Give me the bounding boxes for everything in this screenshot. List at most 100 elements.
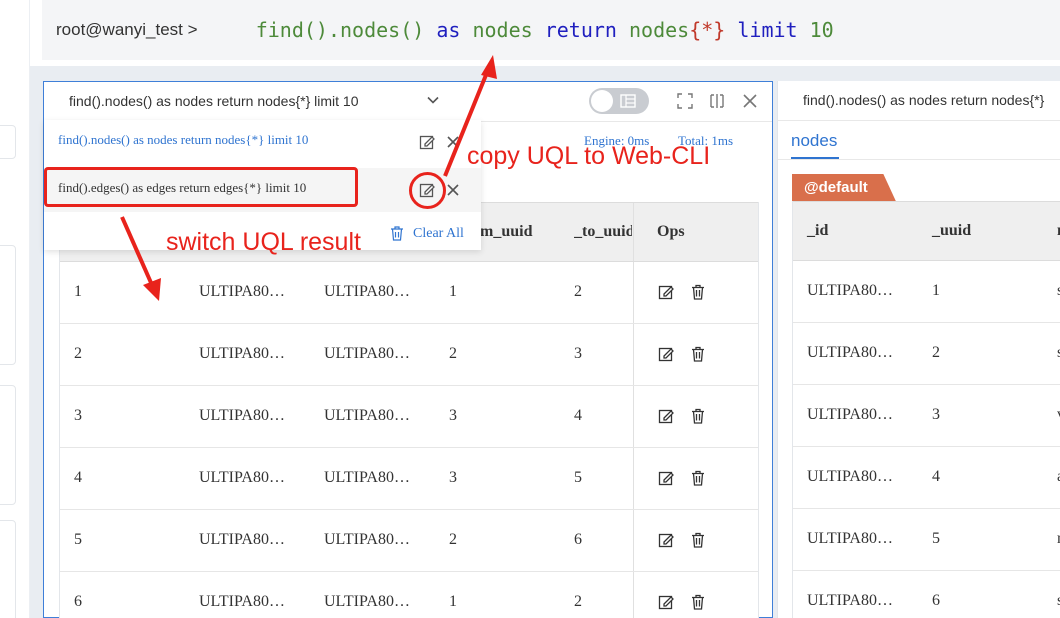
- table-row[interactable]: 4 ULTIPA80… ULTIPA80… 3 5: [60, 448, 758, 510]
- remove-history-icon[interactable]: [445, 134, 461, 150]
- delete-icon[interactable]: [690, 594, 706, 610]
- table-row[interactable]: 6 ULTIPA80… ULTIPA80… 1 2: [60, 572, 758, 618]
- table-row[interactable]: 3 ULTIPA80… ULTIPA80… 3 4: [60, 386, 758, 448]
- remove-history-icon[interactable]: [445, 182, 461, 198]
- result-table: _id _uuid n ULTIPA80… 1 s ULTIPA80… 2 s …: [792, 201, 1060, 618]
- cell: 1: [932, 282, 940, 299]
- cell: 5: [74, 531, 82, 548]
- cell: 4: [932, 468, 940, 485]
- table-row[interactable]: ULTIPA80… 6 s: [793, 571, 1060, 618]
- cell: 5: [574, 469, 582, 486]
- history-item-text[interactable]: find().nodes() as nodes return nodes{*} …: [58, 132, 308, 148]
- table-row[interactable]: ULTIPA80… 5 r: [793, 509, 1060, 571]
- edit-icon[interactable]: [658, 284, 674, 300]
- cell: ULTIPA80…: [199, 469, 285, 486]
- cell: ULTIPA80…: [807, 344, 893, 361]
- table-row[interactable]: 5 ULTIPA80… ULTIPA80… 2 6: [60, 510, 758, 572]
- cell: 2: [932, 344, 940, 361]
- schema-tag[interactable]: @default: [792, 174, 896, 201]
- cell: 1: [449, 593, 457, 610]
- delete-icon[interactable]: [690, 284, 706, 300]
- result-table: m_uuid _to_uuid Ops 1 ULTIPA80… ULTIPA80…: [59, 202, 759, 618]
- table-row[interactable]: ULTIPA80… 3 v: [793, 385, 1060, 447]
- cli-token: return: [532, 18, 629, 42]
- left-sidebar: [0, 0, 30, 618]
- cell: ULTIPA80…: [324, 407, 410, 424]
- cell: 2: [449, 531, 457, 548]
- web-cli-bar[interactable]: root@wanyi_test > find().nodes() as node…: [42, 0, 1060, 60]
- cell: ULTIPA80…: [199, 531, 285, 548]
- annotation-copy-label: copy UQL to Web-CLI: [467, 142, 711, 170]
- tabs-divider: [778, 159, 1060, 160]
- cli-token: as: [424, 18, 473, 42]
- cell: 6: [74, 593, 82, 610]
- delete-icon[interactable]: [690, 470, 706, 486]
- cell: ULTIPA80…: [807, 282, 893, 299]
- cell: 1: [74, 283, 82, 300]
- edit-icon[interactable]: [658, 346, 674, 362]
- cell: ULTIPA80…: [324, 345, 410, 362]
- cell: 2: [449, 345, 457, 362]
- sidebar-card[interactable]: [0, 385, 16, 505]
- sidebar-card[interactable]: [0, 125, 16, 159]
- cli-prompt: root@wanyi_test >: [56, 20, 198, 39]
- table-row[interactable]: ULTIPA80… 2 s: [793, 323, 1060, 385]
- split-icon[interactable]: [709, 93, 725, 109]
- cell: 3: [574, 345, 582, 362]
- panel-header: find().nodes() as nodes return nodes{*}: [778, 81, 1060, 121]
- cell: ULTIPA80…: [199, 407, 285, 424]
- delete-icon[interactable]: [690, 532, 706, 548]
- delete-icon[interactable]: [690, 346, 706, 362]
- column-divider: [633, 203, 634, 261]
- edit-icon[interactable]: [658, 532, 674, 548]
- result-panel-right: find().nodes() as nodes return nodes{*} …: [777, 81, 1060, 618]
- column-divider: [633, 572, 634, 618]
- annotation-highlight-box: [44, 167, 358, 207]
- column-header: _to_uuid: [574, 223, 632, 240]
- cell: 3: [449, 407, 457, 424]
- view-toggle[interactable]: [589, 88, 649, 114]
- delete-icon[interactable]: [690, 408, 706, 424]
- query-select[interactable]: find().nodes() as nodes return nodes{*}: [803, 92, 1044, 108]
- table-row[interactable]: ULTIPA80… 4 a: [793, 447, 1060, 509]
- column-header: Ops: [657, 223, 685, 240]
- cli-token: 10: [809, 18, 834, 42]
- query-select[interactable]: find().nodes() as nodes return nodes{*} …: [69, 93, 359, 109]
- column-divider: [633, 324, 634, 385]
- copy-to-cli-icon[interactable]: [419, 134, 435, 150]
- table-row[interactable]: ULTIPA80… 1 s: [793, 261, 1060, 323]
- cell: 2: [574, 593, 582, 610]
- fullscreen-icon[interactable]: [677, 93, 693, 109]
- cli-command[interactable]: find().nodes() as nodes return nodes{*} …: [208, 0, 834, 66]
- edit-icon[interactable]: [658, 470, 674, 486]
- cell: 2: [574, 283, 582, 300]
- cell: ULTIPA80…: [324, 469, 410, 486]
- column-divider: [633, 262, 634, 323]
- cell: 3: [932, 406, 940, 423]
- column-divider: [633, 510, 634, 571]
- cli-token: nodes: [472, 18, 533, 42]
- clear-all-button[interactable]: Clear All: [413, 226, 464, 242]
- cell: 1: [449, 283, 457, 300]
- cli-token: limit: [725, 18, 810, 42]
- table-row[interactable]: 1 ULTIPA80… ULTIPA80… 1 2: [60, 262, 758, 324]
- close-icon[interactable]: [742, 93, 758, 109]
- edit-icon[interactable]: [658, 408, 674, 424]
- table-row[interactable]: 2 ULTIPA80… ULTIPA80… 2 3: [60, 324, 758, 386]
- cell: ULTIPA80…: [199, 283, 285, 300]
- chevron-down-icon[interactable]: [426, 93, 440, 107]
- annotation-highlight-circle: [409, 172, 446, 209]
- cell: ULTIPA80…: [324, 593, 410, 610]
- edit-icon[interactable]: [658, 594, 674, 610]
- tab-nodes[interactable]: nodes: [791, 131, 837, 151]
- history-item[interactable]: find().nodes() as nodes return nodes{*} …: [44, 120, 481, 164]
- toggle-knob: [591, 90, 613, 112]
- cell: ULTIPA80…: [199, 345, 285, 362]
- cell: ULTIPA80…: [199, 593, 285, 610]
- column-divider: [633, 448, 634, 509]
- trash-icon[interactable]: [390, 226, 404, 241]
- table-view-icon: [620, 94, 636, 108]
- sidebar-card[interactable]: [0, 520, 16, 618]
- sidebar-card[interactable]: [0, 245, 16, 365]
- cell: ULTIPA80…: [324, 283, 410, 300]
